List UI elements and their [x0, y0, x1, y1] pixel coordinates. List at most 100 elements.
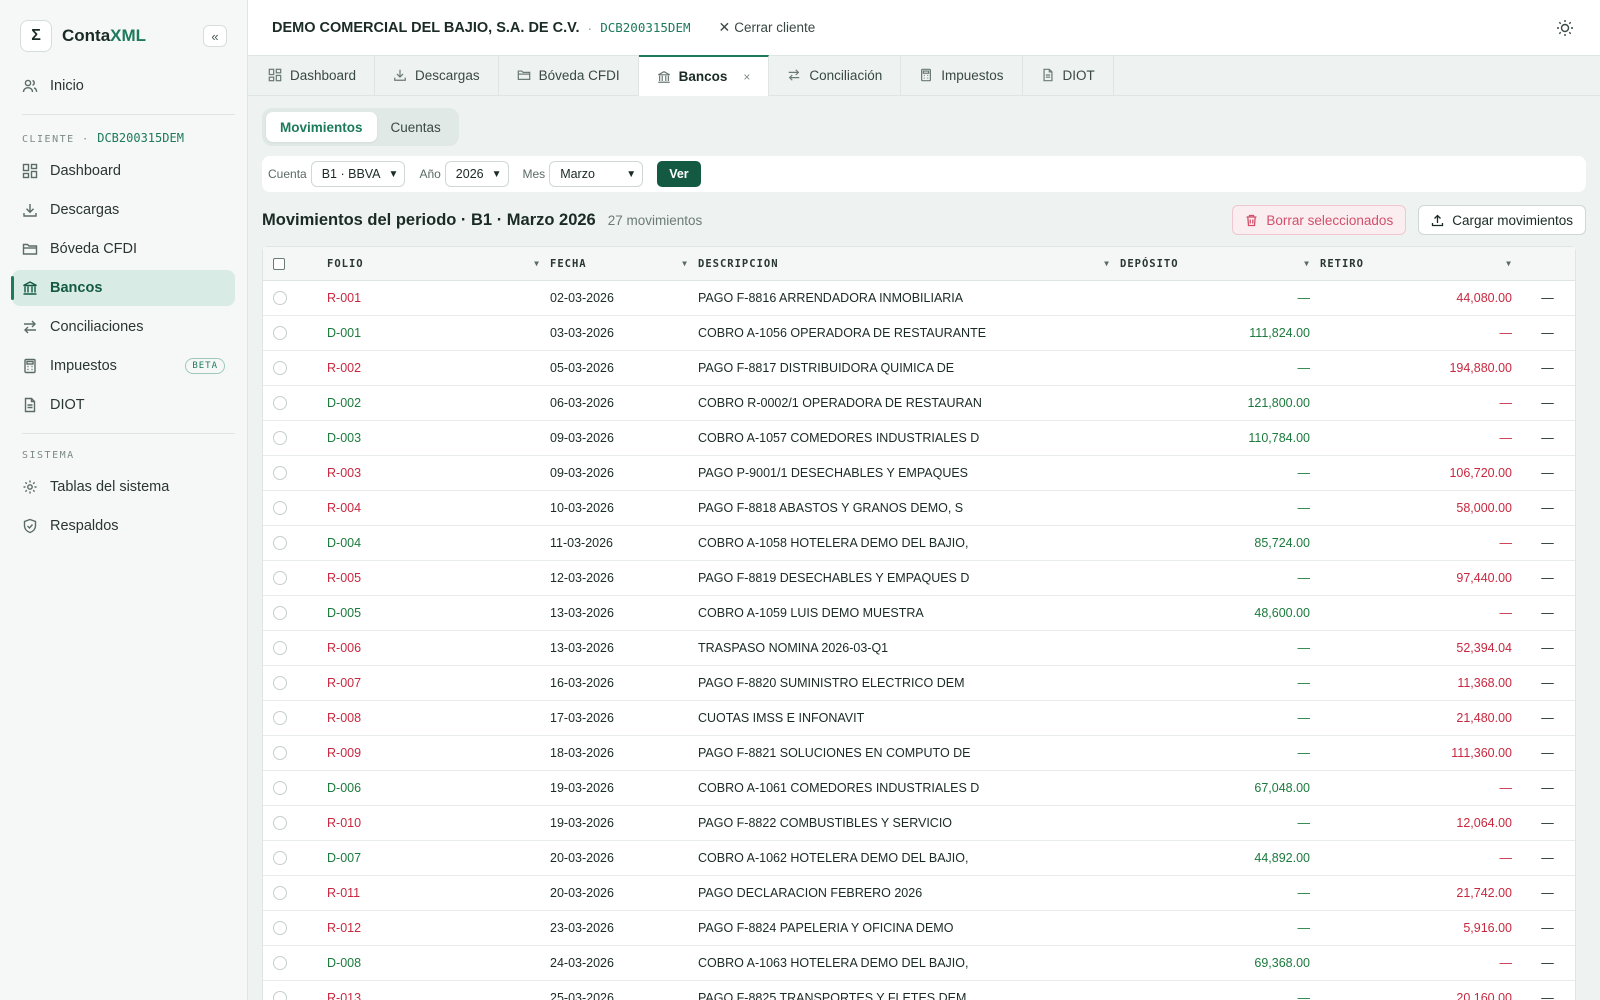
tab-boveda-cfdi[interactable]: Bóveda CFDI [499, 55, 639, 95]
close-tab-icon[interactable]: × [743, 70, 750, 84]
folio-cell[interactable]: R-006 [327, 641, 550, 655]
header-folio[interactable]: FOLIO ▼ [327, 258, 550, 270]
cuenta-select[interactable]: B1 · BBVA ▼ [310, 161, 406, 187]
actions-cell[interactable]: — [1520, 536, 1575, 550]
folio-cell[interactable]: D-002 [327, 396, 550, 410]
actions-cell[interactable]: — [1520, 501, 1575, 515]
actions-cell[interactable]: — [1520, 291, 1575, 305]
upload-movements-button[interactable]: Cargar movimientos [1418, 205, 1586, 235]
table-row[interactable]: R-013 25-03-2026 PAGO F-8825 TRANSPORTES Y… [263, 981, 1575, 1000]
folio-cell[interactable]: R-001 [327, 291, 550, 305]
row-select-radio[interactable] [273, 816, 287, 830]
table-row[interactable]: R-002 05-03-2026 PAGO F-8817 DISTRIBUIDORA… [263, 351, 1575, 386]
actions-cell[interactable]: — [1520, 641, 1575, 655]
row-select-radio[interactable] [273, 396, 287, 410]
folio-cell[interactable]: D-007 [327, 851, 550, 865]
table-row[interactable]: D-006 19-03-2026 COBRO A-1061 COMEDORES IN… [263, 771, 1575, 806]
row-select-radio[interactable] [273, 326, 287, 340]
actions-cell[interactable]: — [1520, 746, 1575, 760]
table-row[interactable]: R-010 19-03-2026 PAGO F-8822 COMBUSTIBLES … [263, 806, 1575, 841]
tab-bancos[interactable]: Bancos × [638, 55, 770, 96]
header-deposito[interactable]: DEPÓSITO ▼ [1120, 258, 1320, 270]
collapse-sidebar-button[interactable]: « [203, 25, 227, 47]
actions-cell[interactable]: — [1520, 396, 1575, 410]
sidebar-item-inicio[interactable]: Inicio [12, 68, 235, 104]
table-row[interactable]: R-006 13-03-2026 TRASPASO NOMINA 2026-03-Q… [263, 631, 1575, 666]
header-descripcion[interactable]: DESCRIPCIÓN ▼ [698, 258, 1120, 270]
tab-diot[interactable]: DIOT [1023, 55, 1114, 95]
sidebar-item-dashboard[interactable]: Dashboard [12, 153, 235, 189]
row-select-radio[interactable] [273, 606, 287, 620]
sort-icon[interactable]: ▼ [1506, 259, 1512, 268]
subtab-movimientos[interactable]: Movimientos [266, 112, 377, 142]
delete-selected-button[interactable]: Borrar seleccionados [1232, 205, 1407, 235]
row-select-radio[interactable] [273, 676, 287, 690]
table-row[interactable]: R-012 23-03-2026 PAGO F-8824 PAPELERIA Y O… [263, 911, 1575, 946]
sidebar-item-bancos[interactable]: Bancos [11, 270, 235, 306]
folio-cell[interactable]: R-002 [327, 361, 550, 375]
table-row[interactable]: R-005 12-03-2026 PAGO F-8819 DESECHABLES Y… [263, 561, 1575, 596]
row-select-radio[interactable] [273, 361, 287, 375]
row-select-radio[interactable] [273, 711, 287, 725]
mes-select[interactable]: Marzo ▼ [549, 161, 644, 187]
table-row[interactable]: R-008 17-03-2026 CUOTAS IMSS E INFONAVIT — 2… [263, 701, 1575, 736]
header-retiro[interactable]: RETIRO ▼ [1320, 258, 1520, 270]
sort-icon[interactable]: ▼ [1104, 259, 1110, 268]
sidebar-item-boveda-cfdi[interactable]: Bóveda CFDI [12, 231, 235, 267]
folio-cell[interactable]: D-001 [327, 326, 550, 340]
sort-icon[interactable]: ▼ [1304, 259, 1310, 268]
sort-icon[interactable]: ▼ [534, 259, 540, 268]
table-row[interactable]: D-005 13-03-2026 COBRO A-1059 LUIS DEMO MU… [263, 596, 1575, 631]
folio-cell[interactable]: R-004 [327, 501, 550, 515]
table-row[interactable]: R-001 02-03-2026 PAGO F-8816 ARRENDADORA I… [263, 281, 1575, 316]
table-row[interactable]: R-009 18-03-2026 PAGO F-8821 SOLUCIONES EN… [263, 736, 1575, 771]
table-row[interactable]: D-008 24-03-2026 COBRO A-1063 HOTELERA DEM… [263, 946, 1575, 981]
row-select-radio[interactable] [273, 641, 287, 655]
sidebar-item-tablas-del-sistema[interactable]: Tablas del sistema [12, 469, 235, 505]
actions-cell[interactable]: — [1520, 361, 1575, 375]
actions-cell[interactable]: — [1520, 571, 1575, 585]
actions-cell[interactable]: — [1520, 326, 1575, 340]
table-row[interactable]: R-007 16-03-2026 PAGO F-8820 SUMINISTRO EL… [263, 666, 1575, 701]
actions-cell[interactable]: — [1520, 921, 1575, 935]
row-select-radio[interactable] [273, 886, 287, 900]
actions-cell[interactable]: — [1520, 431, 1575, 445]
folio-cell[interactable]: D-004 [327, 536, 550, 550]
tab-dashboard[interactable]: Dashboard [250, 55, 376, 95]
actions-cell[interactable]: — [1520, 816, 1575, 830]
sidebar-item-diot[interactable]: DIOT [12, 387, 235, 423]
folio-cell[interactable]: D-006 [327, 781, 550, 795]
actions-cell[interactable]: — [1520, 851, 1575, 865]
row-select-radio[interactable] [273, 746, 287, 760]
tab-impuestos[interactable]: Impuestos [901, 55, 1023, 95]
row-select-radio[interactable] [273, 956, 287, 970]
folio-cell[interactable]: R-009 [327, 746, 550, 760]
sun-icon[interactable] [1554, 17, 1576, 39]
folio-cell[interactable]: D-003 [327, 431, 550, 445]
subtab-cuentas[interactable]: Cuentas [377, 112, 455, 142]
sidebar-item-conciliaciones[interactable]: Conciliaciones [12, 309, 235, 345]
tab-descargas[interactable]: Descargas [375, 55, 499, 95]
select-all-checkbox[interactable] [273, 257, 285, 270]
actions-cell[interactable]: — [1520, 606, 1575, 620]
folio-cell[interactable]: R-011 [327, 886, 550, 900]
row-select-radio[interactable] [273, 466, 287, 480]
actions-cell[interactable]: — [1520, 466, 1575, 480]
close-client-button[interactable]: ✕ Cerrar cliente [719, 19, 816, 36]
row-select-radio[interactable] [273, 921, 287, 935]
row-select-radio[interactable] [273, 851, 287, 865]
row-select-radio[interactable] [273, 571, 287, 585]
table-row[interactable]: D-007 20-03-2026 COBRO A-1062 HOTELERA DEM… [263, 841, 1575, 876]
folio-cell[interactable]: D-005 [327, 606, 550, 620]
row-select-radio[interactable] [273, 431, 287, 445]
sort-icon[interactable]: ▼ [682, 259, 688, 268]
actions-cell[interactable]: — [1520, 781, 1575, 795]
table-row[interactable]: R-004 10-03-2026 PAGO F-8818 ABASTOS Y GRA… [263, 491, 1575, 526]
header-fecha[interactable]: FECHA ▼ [550, 258, 698, 270]
folio-cell[interactable]: R-012 [327, 921, 550, 935]
sidebar-item-impuestos[interactable]: Impuestos BETA [12, 348, 235, 384]
anio-select[interactable]: 2026 ▼ [444, 161, 509, 187]
table-row[interactable]: D-002 06-03-2026 COBRO R-0002/1 OPERADORA … [263, 386, 1575, 421]
tab-conciliacion[interactable]: Conciliación [769, 55, 902, 95]
row-select-radio[interactable] [273, 536, 287, 550]
